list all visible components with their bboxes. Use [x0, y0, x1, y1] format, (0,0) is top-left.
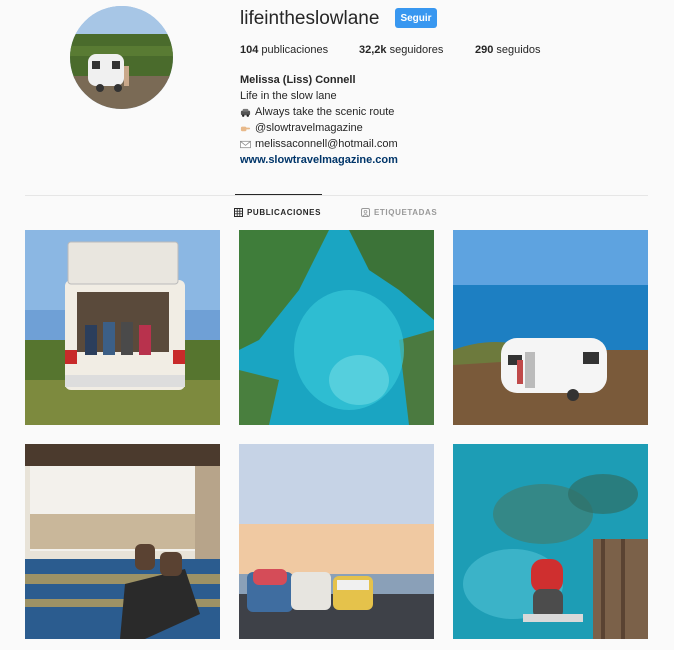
- bio-scenic-text: Always take the scenic route: [255, 106, 395, 118]
- car-emoji-icon: [240, 108, 251, 117]
- tab-posts[interactable]: PUBLICACIONES: [234, 208, 321, 217]
- grid-icon: [234, 208, 243, 217]
- profile-username: lifeintheslowlane: [240, 8, 380, 29]
- bio-scenic-line: Always take the scenic route: [240, 104, 398, 120]
- posts-count-label: publicaciones: [261, 44, 329, 56]
- following-count-label: seguidos: [496, 44, 541, 56]
- pointing-hand-icon: [240, 126, 251, 131]
- following-count-value: 290: [475, 44, 494, 56]
- profile-full-name: Melissa (Liss) Connell: [240, 74, 356, 86]
- bio-email-line: melissaconnell@hotmail.com: [240, 136, 398, 152]
- active-tab-indicator: [235, 194, 322, 195]
- envelope-icon: [240, 140, 251, 148]
- following-count[interactable]: 290 seguidos: [475, 44, 540, 56]
- bio-magazine-line: @slowtravelmagazine: [240, 120, 398, 136]
- profile-divider: [25, 195, 648, 196]
- followers-count[interactable]: 32,2k seguidores: [359, 44, 443, 56]
- bio-website-link[interactable]: www.slowtravelmagazine.com: [240, 152, 398, 168]
- follow-button[interactable]: Seguir: [395, 8, 437, 28]
- post-thumbnail[interactable]: [453, 444, 648, 639]
- post-thumbnail[interactable]: [25, 230, 220, 425]
- followers-count-value: 32,2k: [359, 44, 387, 56]
- bio-email-text: melissaconnell@hotmail.com: [255, 138, 398, 150]
- posts-count-value: 104: [240, 44, 259, 56]
- post-thumbnail[interactable]: [239, 230, 434, 425]
- post-thumbnail[interactable]: [453, 230, 648, 425]
- tab-posts-label: PUBLICACIONES: [247, 208, 322, 217]
- tagged-icon: [361, 208, 370, 217]
- tab-tagged-label: ETIQUETADAS: [374, 208, 438, 217]
- bio-magazine-mention[interactable]: @slowtravelmagazine: [255, 120, 363, 136]
- post-thumbnail[interactable]: [25, 444, 220, 639]
- profile-bio: Melissa (Liss) Connell Life in the slow …: [240, 72, 398, 168]
- profile-avatar[interactable]: [70, 6, 173, 109]
- followers-count-label: seguidores: [389, 44, 444, 56]
- tab-tagged[interactable]: ETIQUETADAS: [361, 208, 437, 217]
- post-thumbnail[interactable]: [239, 444, 434, 639]
- posts-count: 104 publicaciones: [240, 44, 328, 56]
- bio-tagline: Life in the slow lane: [240, 90, 337, 102]
